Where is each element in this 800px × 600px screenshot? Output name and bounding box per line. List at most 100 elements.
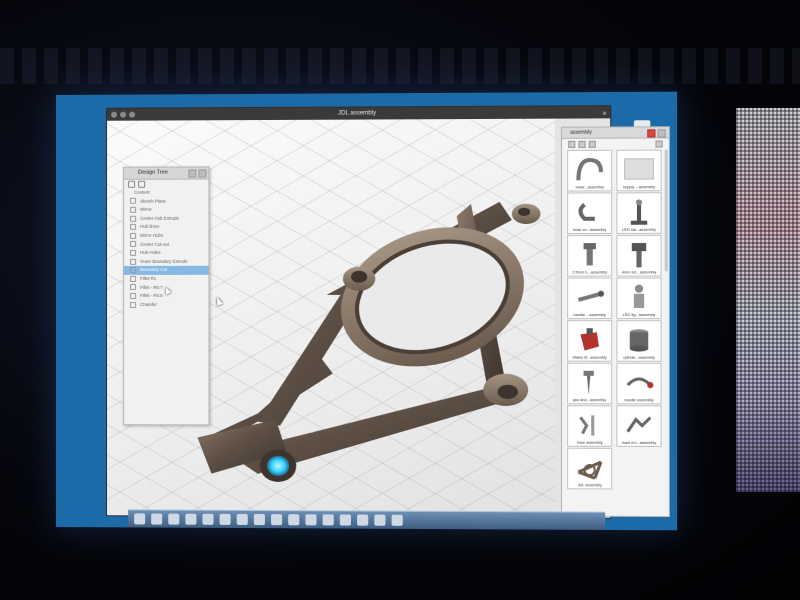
library-item[interactable]: Maker B...assembly	[567, 320, 613, 362]
library-item-label: JDL assembly	[577, 483, 602, 488]
feature-icon	[130, 215, 137, 222]
dock-app-icon[interactable]	[168, 513, 180, 525]
design-tree-item-label: Hub Boss	[140, 224, 160, 230]
design-tree-item-label: Fillet R1	[140, 275, 157, 281]
maker-part-icon	[572, 324, 607, 354]
home-icon[interactable]	[588, 140, 596, 148]
library-options-icon[interactable]	[657, 129, 666, 138]
library-item[interactable]: hose co...assembly	[567, 192, 613, 235]
dock-app-icon[interactable]	[151, 513, 163, 525]
library-item[interactable]: JDL assembly	[567, 447, 613, 490]
design-tree-item[interactable]: Outer Boundary Extrude	[124, 258, 208, 267]
search-icon[interactable]	[138, 180, 146, 188]
cad-app-window: JDL assembly ≡ Design Tree Content Sketc…	[106, 105, 670, 519]
dock-app-icon[interactable]	[134, 513, 146, 525]
library-header[interactable]: assembly	[562, 127, 669, 139]
dock-app-icon[interactable]	[253, 513, 265, 526]
library-item[interactable]: cylinde...assembly	[616, 320, 662, 362]
close-window-icon[interactable]	[111, 111, 118, 118]
lever-part-icon	[622, 367, 657, 397]
feature-icon	[130, 206, 137, 213]
feature-icon	[130, 267, 137, 274]
dock-app-icon[interactable]	[271, 514, 283, 526]
dock-app-icon[interactable]	[305, 514, 317, 526]
dock-app-icon[interactable]	[219, 513, 231, 525]
view-toggle-icon[interactable]	[655, 140, 663, 148]
design-tree-item-label: Chamfer	[140, 301, 158, 307]
motor-part-icon	[622, 409, 657, 440]
filter-icon[interactable]	[128, 180, 136, 188]
dock-app-icon[interactable]	[357, 514, 369, 526]
library-item-label: Maker B...assembly	[572, 355, 607, 360]
library-item-label: handle ...assembly	[573, 313, 606, 318]
design-tree-item-label: Content	[134, 189, 150, 195]
design-tree-item[interactable]: Hub Holes	[124, 249, 208, 258]
forward-icon[interactable]	[578, 140, 586, 148]
window-title: JDL assembly	[338, 110, 377, 117]
design-tree-item-label: Outer Boundary Extrude	[140, 258, 188, 264]
design-tree-item[interactable]: Mirror Hubs	[124, 232, 208, 241]
library-item[interactable]: jaw and...assembly	[567, 362, 613, 405]
design-tree-item[interactable]: Fillet R1	[124, 275, 208, 284]
design-tree-header[interactable]: Design Tree	[124, 167, 209, 180]
library-close-icon[interactable]	[647, 129, 656, 138]
back-icon[interactable]	[568, 140, 576, 148]
library-item[interactable]: supply ...assembly	[616, 149, 662, 192]
maximize-window-icon[interactable]	[129, 111, 136, 118]
design-tree-item[interactable]: Center Hub Extrude	[124, 214, 208, 223]
library-item[interactable]: handle ...assembly	[567, 277, 613, 320]
library-item-label: maxi mo...assembly	[621, 440, 657, 445]
handle-part-icon	[572, 282, 607, 312]
design-tree-item-label: Boundary Cut	[140, 267, 168, 273]
library-item[interactable]: LED sta...assembly	[616, 192, 662, 234]
dock-app-icon[interactable]	[322, 514, 334, 526]
minimize-window-icon[interactable]	[120, 111, 127, 118]
library-item[interactable]: 4mm scr...assembly	[616, 234, 662, 277]
library-item-label: jaw and...assembly	[573, 398, 607, 403]
3d-viewport[interactable]: Design Tree Content Sketch Plane Mirror Cen…	[107, 118, 555, 518]
projection-screen: JDL assembly ≡ Design Tree Content Sketc…	[56, 91, 678, 531]
dock-app-icon[interactable]	[339, 514, 351, 526]
design-tree-item[interactable]: Sketch Plane	[124, 197, 208, 206]
library-scrollbar[interactable]	[664, 149, 668, 272]
assembly-library-panel: assembly rebar...assembly supply ...assem…	[560, 126, 670, 518]
figure-part-icon	[622, 282, 657, 312]
design-tree-item[interactable]: Boundary Cut	[124, 266, 209, 275]
feature-icon	[130, 292, 137, 299]
panel-collapse-icon[interactable]	[188, 169, 197, 178]
feature-icon	[130, 275, 137, 282]
design-tree-item[interactable]: Content	[124, 189, 208, 198]
design-tree-panel: Design Tree Content Sketch Plane Mirror Cen…	[123, 166, 210, 426]
feature-icon	[130, 224, 137, 231]
dock-app-icon[interactable]	[391, 514, 403, 526]
dock-app-icon[interactable]	[236, 513, 248, 526]
library-item-label: hose co...assembly	[573, 227, 607, 232]
window-menu-icon[interactable]: ≡	[603, 108, 607, 120]
dock-app-icon[interactable]	[374, 514, 386, 526]
design-tree-item-label: Fillet - R0.7	[140, 284, 163, 290]
library-item[interactable]: hose assembly	[567, 405, 613, 447]
library-item[interactable]: LED fig...assembly	[616, 277, 662, 320]
design-tree-item[interactable]: Chamfer	[124, 301, 208, 310]
library-item[interactable]: 2.5mm h...assembly	[567, 234, 613, 277]
taskbar-dock	[128, 509, 606, 530]
library-item-label: supply ...assembly	[622, 185, 656, 190]
clip-part-icon	[572, 196, 607, 226]
design-tree-item[interactable]: Center Cut-out	[124, 240, 208, 249]
dock-app-icon[interactable]	[288, 514, 300, 526]
design-tree-item-label: Fillet - R0.5	[140, 293, 163, 299]
design-tree-item-label: Center Hub Extrude	[140, 215, 180, 221]
library-item[interactable]: maxi mo...assembly	[616, 405, 662, 448]
panel-close-icon[interactable]	[198, 169, 207, 178]
library-item-label: rebar...assembly	[575, 185, 604, 190]
plate-part-icon	[622, 154, 657, 185]
design-tree-item[interactable]: Mirror	[124, 206, 208, 215]
design-tree-item[interactable]: Hub Boss	[124, 223, 208, 232]
feature-icon	[130, 249, 137, 256]
library-item[interactable]: handle assembly	[616, 362, 662, 405]
design-tree-item-label: Mirror Hubs	[140, 232, 164, 238]
library-item[interactable]: rebar...assembly	[567, 149, 613, 192]
library-item-label: cylinde...assembly	[623, 355, 655, 360]
dock-app-icon[interactable]	[202, 513, 214, 525]
dock-app-icon[interactable]	[185, 513, 197, 525]
